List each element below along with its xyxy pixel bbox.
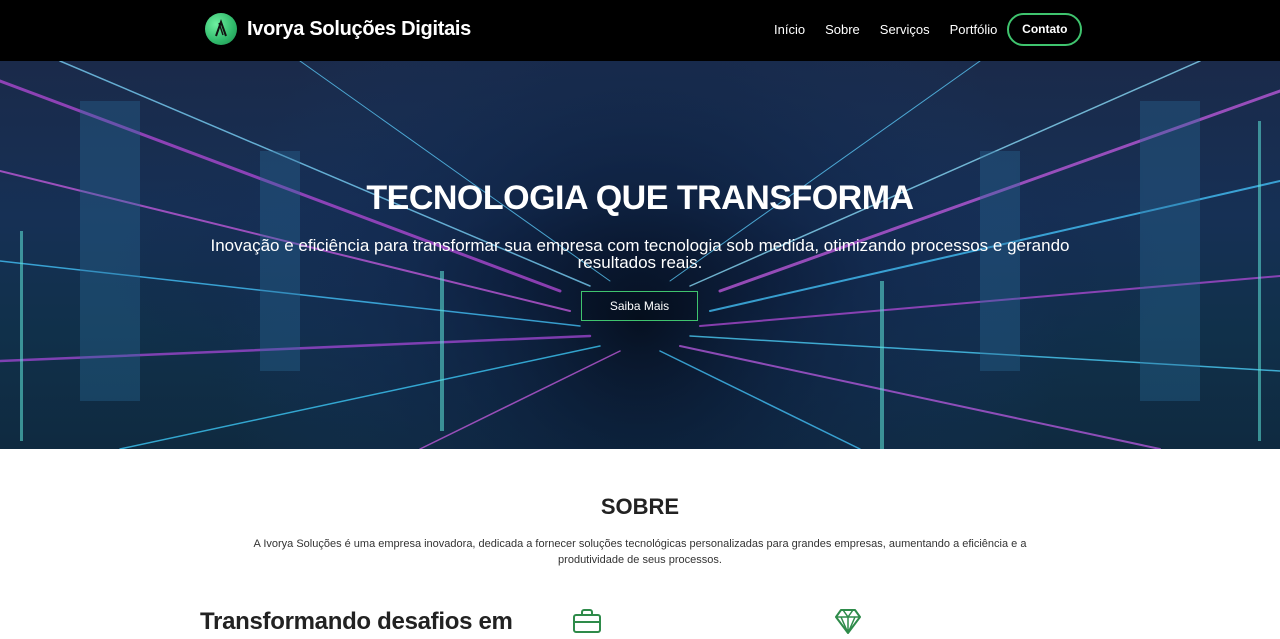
about-text-line-1: A Ivorya Soluções é uma empresa inovador…: [253, 538, 1027, 550]
briefcase-icon: [572, 608, 602, 639]
brand[interactable]: Ivorya Soluções Digitais: [205, 13, 471, 45]
about-text: A Ivorya Soluções é uma empresa inovador…: [230, 536, 1050, 568]
nav-link-servicos[interactable]: Serviços: [880, 22, 930, 37]
hero-title: TECNOLOGIA QUE TRANSFORMA: [366, 179, 914, 217]
nav-link-inicio[interactable]: Início: [774, 22, 805, 37]
navbar: Ivorya Soluções Digitais Início Sobre Se…: [0, 0, 1280, 61]
learn-more-button[interactable]: Saiba Mais: [581, 291, 698, 321]
about-text-line-2: produtividade de seus processos.: [558, 554, 722, 566]
hero-banner: TECNOLOGIA QUE TRANSFORMA Inovação e efi…: [0, 61, 1280, 449]
contact-button[interactable]: Contato: [1007, 12, 1083, 46]
hero-subtitle: Inovação e eficiência para transformar s…: [205, 237, 1075, 271]
logo-icon: [205, 13, 237, 45]
main-nav: Início Sobre Serviços Portfólio Contato: [774, 12, 1083, 46]
hero-subtitle-line-2: resultados reais.: [577, 253, 703, 272]
features-heading: Transformando desafios em: [200, 608, 513, 635]
nav-link-portfolio[interactable]: Portfólio: [950, 22, 998, 37]
nav-link-sobre[interactable]: Sobre: [825, 22, 860, 37]
brand-name: Ivorya Soluções Digitais: [247, 17, 471, 40]
about-title: SOBRE: [600, 494, 680, 519]
diamond-icon: [833, 608, 863, 639]
